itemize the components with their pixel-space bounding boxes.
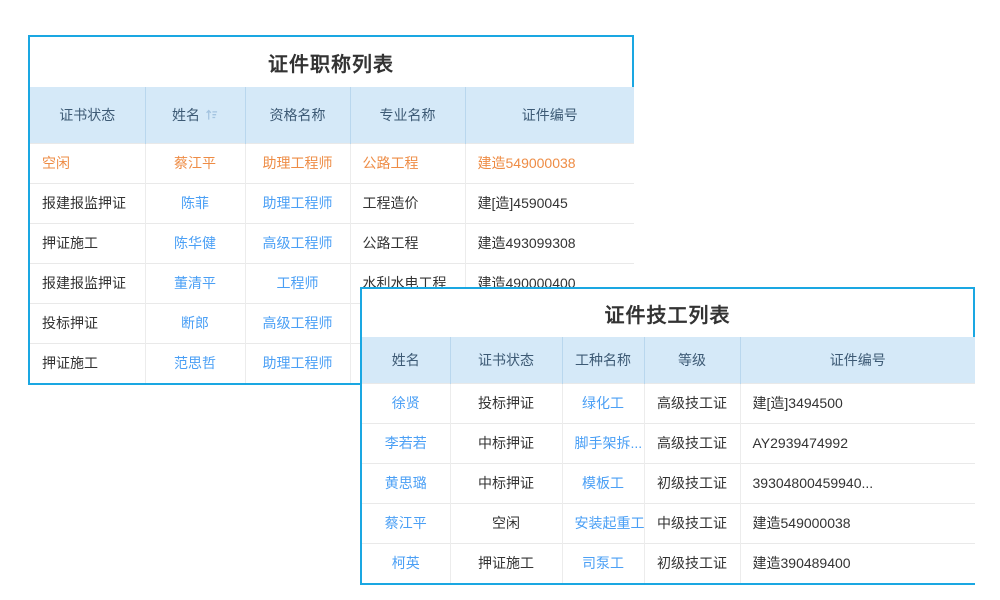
cell-name[interactable]: 陈菲 <box>145 183 245 223</box>
column-header-status: 证书状态 <box>450 337 562 383</box>
table-row: 报建报监押证陈菲助理工程师工程造价建[造]4590045 <box>30 183 634 223</box>
column-header-label: 专业名称 <box>380 105 436 125</box>
cell-name[interactable]: 柯英 <box>362 543 450 583</box>
cell-name[interactable]: 蔡江平 <box>362 503 450 543</box>
header-row: 姓名 证书状态 工种名称 等级 证件编号 <box>362 337 975 383</box>
cell-status: 空闲 <box>30 143 145 183</box>
certificate-title-table-head: 证书状态 姓名 资格名称 专业名称 证件编号 <box>30 87 634 143</box>
cell-status: 报建报监押证 <box>30 263 145 303</box>
cell-major: 公路工程 <box>350 143 465 183</box>
column-header-label: 证书状态 <box>478 350 534 370</box>
column-header-label: 资格名称 <box>270 105 326 125</box>
cell-work-type[interactable]: 安装起重工 <box>562 503 644 543</box>
column-header-label: 证书状态 <box>59 105 115 125</box>
column-header-work-type: 工种名称 <box>562 337 644 383</box>
cell-major: 公路工程 <box>350 223 465 263</box>
column-header-label: 证件编号 <box>522 105 578 125</box>
table-row: 徐贤投标押证绿化工高级技工证建[造]3494500 <box>362 383 975 423</box>
column-header-label: 等级 <box>678 350 706 370</box>
cell-status: 押证施工 <box>30 223 145 263</box>
cell-work-type[interactable]: 模板工 <box>562 463 644 503</box>
column-header-name: 姓名 <box>362 337 450 383</box>
column-header-status: 证书状态 <box>30 87 145 143</box>
cell-cert-no: 建[造]4590045 <box>465 183 634 223</box>
cell-major: 工程造价 <box>350 183 465 223</box>
cell-qualification[interactable]: 助理工程师 <box>245 183 350 223</box>
certificate-worker-table-head: 姓名 证书状态 工种名称 等级 证件编号 <box>362 337 975 383</box>
certificate-worker-table-body: 徐贤投标押证绿化工高级技工证建[造]3494500李若若中标押证脚手架拆...高… <box>362 383 975 583</box>
sort-amount-icon <box>205 108 218 121</box>
column-header-label: 姓名 <box>172 105 200 125</box>
column-header-name[interactable]: 姓名 <box>145 87 245 143</box>
column-header-major: 专业名称 <box>350 87 465 143</box>
cell-name[interactable]: 黄思璐 <box>362 463 450 503</box>
cell-name[interactable]: 陈华健 <box>145 223 245 263</box>
column-header-cert-no: 证件编号 <box>740 337 975 383</box>
cell-name[interactable]: 蔡江平 <box>145 143 245 183</box>
cell-qualification[interactable]: 高级工程师 <box>245 223 350 263</box>
table-row: 蔡江平空闲安装起重工中级技工证建造549000038 <box>362 503 975 543</box>
cell-status: 空闲 <box>450 503 562 543</box>
certificate-worker-list-heading: 证件技工列表 <box>362 289 973 337</box>
cell-status: 中标押证 <box>450 463 562 503</box>
cell-name[interactable]: 范思哲 <box>145 343 245 383</box>
cell-cert-no: 建造390489400 <box>740 543 975 583</box>
cell-work-type[interactable]: 司泵工 <box>562 543 644 583</box>
column-header-label: 证件编号 <box>830 350 886 370</box>
certificate-worker-table: 姓名 证书状态 工种名称 等级 证件编号 徐贤投标押证绿化工高级技工证建[造]34945… <box>362 337 975 583</box>
cell-level: 高级技工证 <box>644 423 740 463</box>
column-header-label: 姓名 <box>392 350 420 370</box>
cell-level: 中级技工证 <box>644 503 740 543</box>
cell-status: 中标押证 <box>450 423 562 463</box>
table-row: 李若若中标押证脚手架拆...高级技工证AY2939474992 <box>362 423 975 463</box>
table-row: 黄思璐中标押证模板工初级技工证39304800459940... <box>362 463 975 503</box>
cell-work-type[interactable]: 脚手架拆... <box>562 423 644 463</box>
cell-qualification[interactable]: 助理工程师 <box>245 143 350 183</box>
cell-cert-no: 建造549000038 <box>740 503 975 543</box>
cell-level: 高级技工证 <box>644 383 740 423</box>
cell-status: 押证施工 <box>450 543 562 583</box>
table-row: 押证施工陈华健高级工程师公路工程建造493099308 <box>30 223 634 263</box>
cell-cert-no: 39304800459940... <box>740 463 975 503</box>
cell-cert-no: 建造549000038 <box>465 143 634 183</box>
cell-cert-no: AY2939474992 <box>740 423 975 463</box>
table-row: 空闲蔡江平助理工程师公路工程建造549000038 <box>30 143 634 183</box>
cell-name[interactable]: 董清平 <box>145 263 245 303</box>
cell-level: 初级技工证 <box>644 463 740 503</box>
cell-qualification[interactable]: 助理工程师 <box>245 343 350 383</box>
cell-qualification[interactable]: 高级工程师 <box>245 303 350 343</box>
cell-status: 投标押证 <box>30 303 145 343</box>
table-row: 柯英押证施工司泵工初级技工证建造390489400 <box>362 543 975 583</box>
cell-level: 初级技工证 <box>644 543 740 583</box>
certificate-title-list-heading: 证件职称列表 <box>30 37 632 87</box>
cell-cert-no: 建造493099308 <box>465 223 634 263</box>
certificate-worker-list-card: 证件技工列表 姓名 证书状态 工种名称 等级 证件编号 徐贤投标押证绿化工高级技工证建[… <box>360 287 975 585</box>
cell-status: 押证施工 <box>30 343 145 383</box>
cell-name[interactable]: 徐贤 <box>362 383 450 423</box>
cell-work-type[interactable]: 绿化工 <box>562 383 644 423</box>
cell-name[interactable]: 李若若 <box>362 423 450 463</box>
column-header-label: 工种名称 <box>575 350 631 370</box>
cell-cert-no: 建[造]3494500 <box>740 383 975 423</box>
column-header-level: 等级 <box>644 337 740 383</box>
column-header-qualification: 资格名称 <box>245 87 350 143</box>
cell-status: 投标押证 <box>450 383 562 423</box>
cell-status: 报建报监押证 <box>30 183 145 223</box>
cell-qualification[interactable]: 工程师 <box>245 263 350 303</box>
header-row: 证书状态 姓名 资格名称 专业名称 证件编号 <box>30 87 634 143</box>
column-header-cert-no: 证件编号 <box>465 87 634 143</box>
cell-name[interactable]: 断郎 <box>145 303 245 343</box>
